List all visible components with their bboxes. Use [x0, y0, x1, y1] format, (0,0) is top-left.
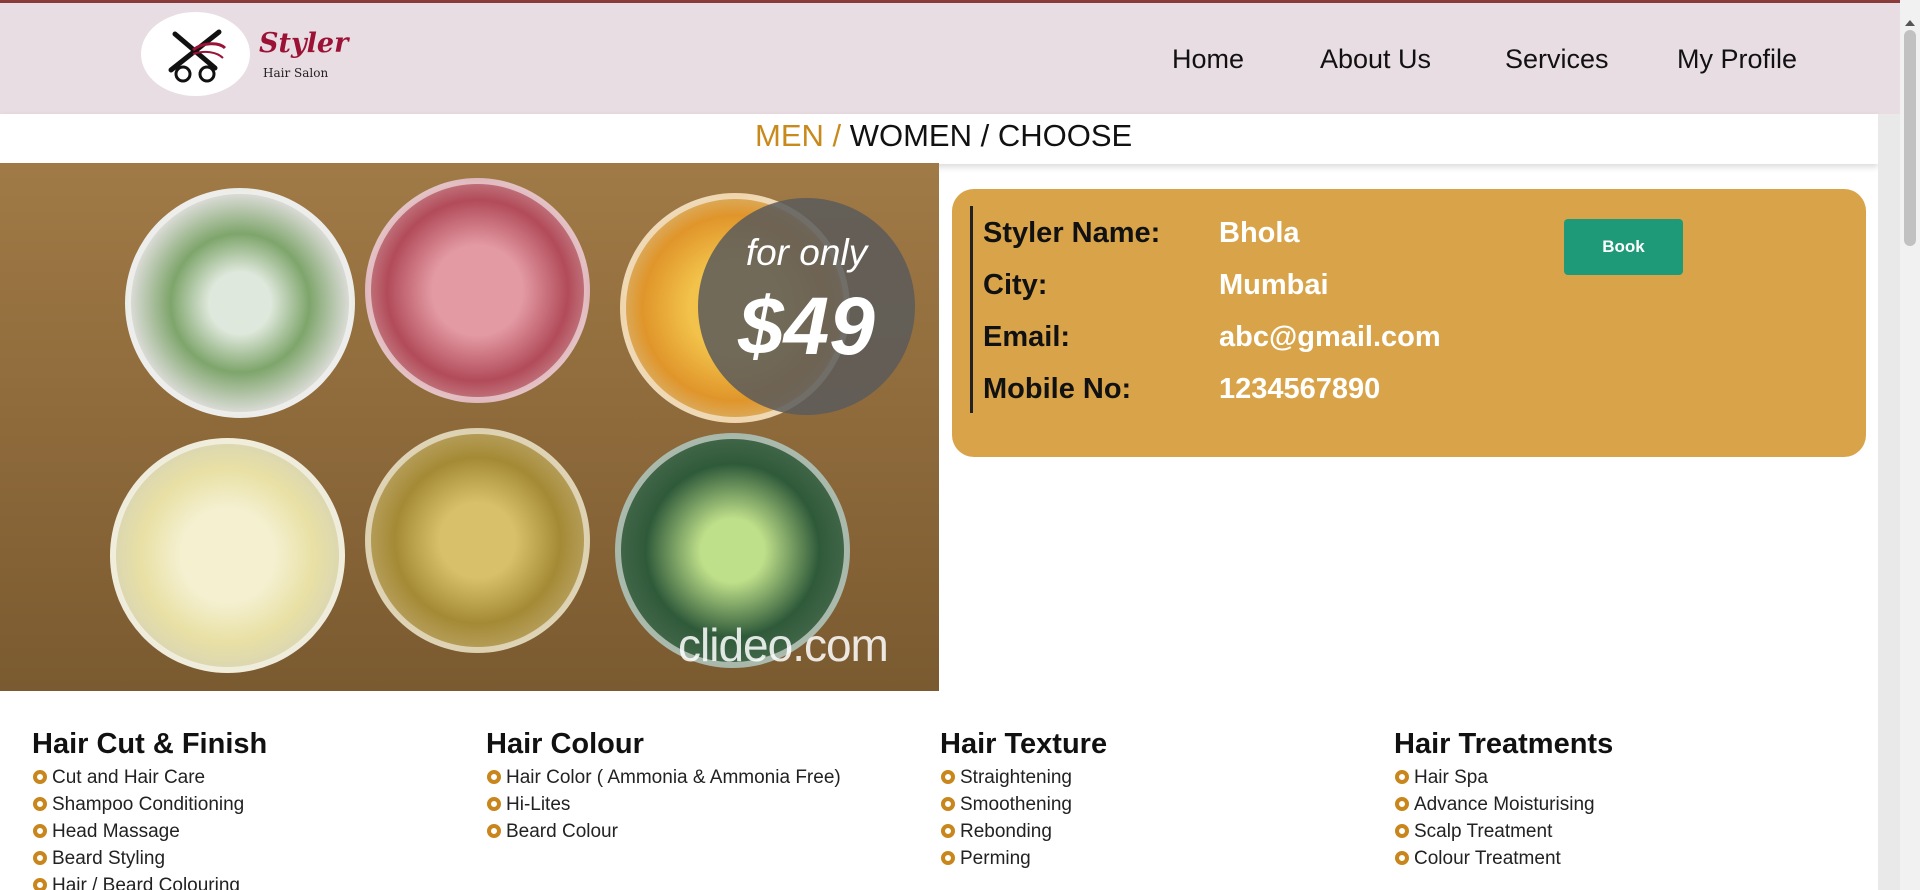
- email-value: abc@gmail.com: [1219, 321, 1441, 353]
- list-item: Cut and Hair Care: [32, 765, 472, 792]
- services-title: Hair Treatments: [1394, 728, 1614, 760]
- services-hair-texture: Hair Texture Straightening Smoothening R…: [940, 728, 1380, 873]
- circle-bullet-icon: [487, 797, 501, 811]
- list-item: Hair Spa: [1394, 765, 1834, 792]
- styler-name-value: Bhola: [1219, 217, 1300, 249]
- circle-bullet-icon: [1395, 797, 1409, 811]
- list-item: Hair / Beard Colouring: [32, 873, 472, 890]
- book-button[interactable]: Book: [1564, 219, 1683, 275]
- glass-lemon: [110, 438, 345, 673]
- styler-card: Styler Name: Bhola City: Mumbai Email: a…: [952, 189, 1866, 457]
- breadcrumb-bar: MEN / WOMEN / CHOOSE: [0, 114, 1878, 164]
- inner-scroll-track: [1878, 114, 1900, 890]
- price-badge: for only $49: [698, 198, 915, 415]
- list-item: Beard Colour: [486, 819, 926, 846]
- mobile-label: Mobile No:: [983, 373, 1132, 405]
- scroll-up-arrow-icon[interactable]: [1905, 20, 1915, 26]
- city-label: City:: [983, 269, 1048, 301]
- list-item: Straightening: [940, 765, 1380, 792]
- circle-bullet-icon: [1395, 851, 1409, 865]
- circle-bullet-icon: [1395, 824, 1409, 838]
- list-item: Smoothening: [940, 792, 1380, 819]
- circle-bullet-icon: [487, 824, 501, 838]
- list-item: Beard Styling: [32, 846, 472, 873]
- breadcrumb: MEN / WOMEN / CHOOSE: [755, 118, 1132, 154]
- circle-bullet-icon: [941, 851, 955, 865]
- circle-bullet-icon: [33, 878, 47, 890]
- list-item: Shampoo Conditioning: [32, 792, 472, 819]
- email-label: Email:: [983, 321, 1071, 353]
- circle-bullet-icon: [487, 770, 501, 784]
- list-item: Colour Treatment: [1394, 846, 1834, 873]
- circle-bullet-icon: [1395, 770, 1409, 784]
- circle-bullet-icon: [941, 824, 955, 838]
- circle-bullet-icon: [941, 770, 955, 784]
- price-amount: $49: [738, 281, 875, 372]
- list-item: Advance Moisturising: [1394, 792, 1834, 819]
- scrollbar-thumb[interactable]: [1904, 30, 1916, 246]
- services-title: Hair Cut & Finish: [32, 728, 268, 760]
- glass-ginger: [365, 428, 590, 653]
- circle-bullet-icon: [33, 797, 47, 811]
- breadcrumb-men[interactable]: MEN /: [755, 118, 841, 153]
- nav-my-profile[interactable]: My Profile: [1677, 44, 1797, 75]
- logo[interactable]: Styler Hair Salon: [141, 12, 348, 98]
- mobile-value: 1234567890: [1219, 373, 1381, 405]
- services-title: Hair Texture: [940, 728, 1108, 760]
- services-haircut: Hair Cut & Finish Cut and Hair Care Sham…: [32, 728, 472, 890]
- logo-badge: [141, 12, 250, 96]
- circle-bullet-icon: [33, 770, 47, 784]
- circle-bullet-icon: [33, 851, 47, 865]
- glass-cucumber: [125, 188, 355, 418]
- page-scrollbar[interactable]: [1900, 0, 1920, 890]
- services-hair-colour: Hair Colour Hair Color ( Ammonia & Ammon…: [486, 728, 926, 846]
- list-item: Hi-Lites: [486, 792, 926, 819]
- card-divider: [970, 206, 973, 413]
- list-item: Hair Color ( Ammonia & Ammonia Free): [486, 765, 926, 792]
- navbar: Styler Hair Salon Home About Us Services…: [0, 3, 1900, 114]
- list-item: Scalp Treatment: [1394, 819, 1834, 846]
- circle-bullet-icon: [33, 824, 47, 838]
- services-hair-treatments: Hair Treatments Hair Spa Advance Moistur…: [1394, 728, 1834, 873]
- styler-name-label: Styler Name:: [983, 217, 1161, 249]
- video-watermark: clideo.com: [678, 619, 889, 671]
- city-value: Mumbai: [1219, 269, 1329, 301]
- nav-services[interactable]: Services: [1505, 44, 1609, 75]
- list-item: Rebonding: [940, 819, 1380, 846]
- list-item: Head Massage: [32, 819, 472, 846]
- nav-about-us[interactable]: About Us: [1320, 44, 1431, 75]
- circle-bullet-icon: [941, 797, 955, 811]
- brand-name: Styler: [259, 28, 349, 59]
- list-item: Perming: [940, 846, 1380, 873]
- brand-tagline: Hair Salon: [263, 66, 329, 80]
- services-title: Hair Colour: [486, 728, 644, 760]
- promo-video[interactable]: for only $49 clideo.com: [0, 163, 939, 691]
- breadcrumb-women-choose[interactable]: WOMEN / CHOOSE: [841, 118, 1132, 153]
- scissors-icon: [168, 29, 227, 83]
- nav-home[interactable]: Home: [1172, 44, 1244, 75]
- price-prefix: for only: [745, 232, 868, 273]
- glass-berry: [365, 178, 590, 403]
